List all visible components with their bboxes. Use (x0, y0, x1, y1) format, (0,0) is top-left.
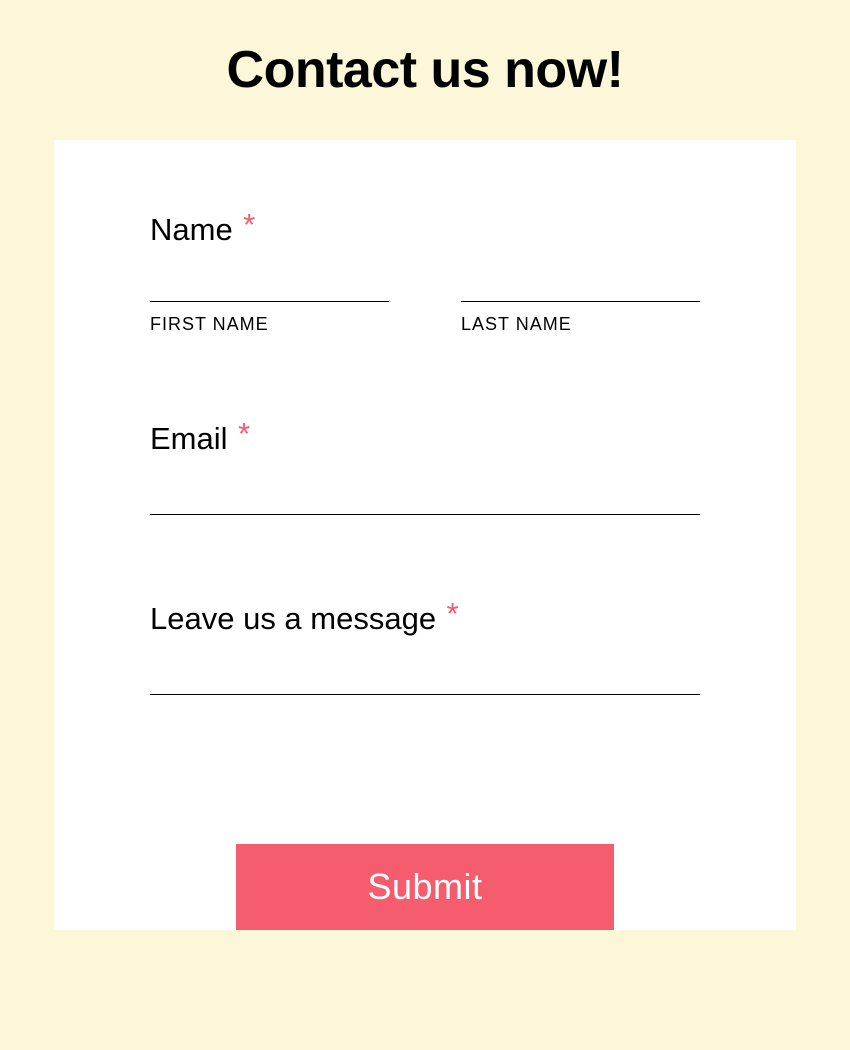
page-title: Contact us now! (0, 0, 850, 140)
last-name-column: LAST NAME (461, 266, 700, 335)
submit-wrap: Submit (54, 844, 796, 930)
last-name-input[interactable] (461, 266, 700, 302)
submit-button[interactable]: Submit (236, 844, 614, 930)
message-label: Leave us a message (150, 601, 436, 637)
first-name-column: FIRST NAME (150, 266, 389, 335)
message-field-group: Leave us a message * (150, 601, 700, 695)
first-name-sublabel: FIRST NAME (150, 314, 389, 335)
email-input[interactable] (150, 479, 700, 515)
email-field-group: Email * (150, 421, 700, 515)
name-field-group: Name * FIRST NAME LAST NAME (150, 212, 700, 335)
required-asterisk-icon: * (243, 207, 255, 243)
contact-form-card: Name * FIRST NAME LAST NAME Email * Leav… (54, 140, 796, 930)
name-label: Name (150, 212, 233, 248)
first-name-input[interactable] (150, 266, 389, 302)
name-row: FIRST NAME LAST NAME (150, 266, 700, 335)
required-asterisk-icon: * (447, 596, 459, 632)
required-asterisk-icon: * (238, 416, 250, 452)
last-name-sublabel: LAST NAME (461, 314, 700, 335)
message-input[interactable] (150, 659, 700, 695)
email-label: Email (150, 421, 228, 457)
